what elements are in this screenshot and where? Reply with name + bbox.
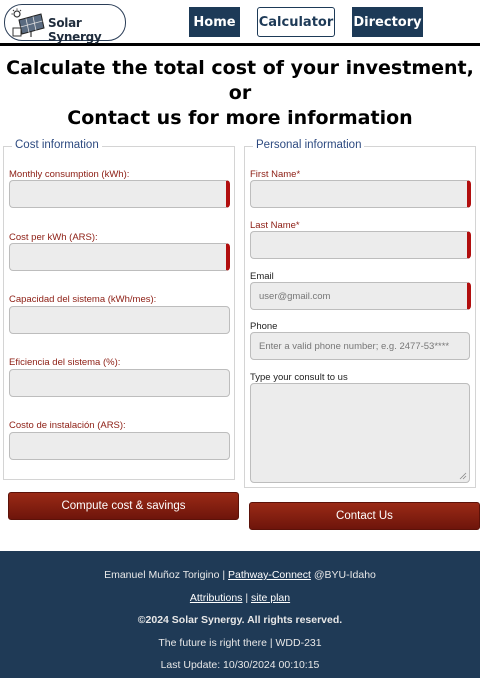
system-efficiency-input[interactable] bbox=[9, 369, 230, 397]
footer-school: @BYU-Idaho bbox=[313, 569, 376, 581]
monthly-consumption-label: Monthly consumption (kWh): bbox=[9, 169, 130, 180]
first-name-input[interactable] bbox=[250, 180, 471, 208]
email-label: Email bbox=[250, 271, 274, 282]
footer-author-line: Emanuel Muñoz Torigino | Pathway-Connect… bbox=[0, 569, 480, 581]
attributions-link[interactable]: Attributions bbox=[190, 592, 243, 604]
nav-directory-button[interactable]: Directory bbox=[352, 7, 423, 37]
footer-link-separator: | bbox=[245, 592, 249, 604]
system-capacity-input[interactable] bbox=[9, 306, 230, 334]
site-plan-link[interactable]: site plan bbox=[251, 592, 290, 604]
pathway-connect-link[interactable]: Pathway-Connect bbox=[228, 569, 311, 581]
last-name-label: Last Name* bbox=[250, 220, 300, 231]
phone-input[interactable]: Enter a valid phone number; e.g. 2477-53… bbox=[250, 332, 470, 360]
site-header: Solar Synergy Home Calculator Directory bbox=[0, 0, 480, 46]
footer-copyright: ©2024 Solar Synergy. All rights reserved… bbox=[137, 614, 343, 626]
logo-text: Solar Synergy bbox=[48, 16, 102, 44]
footer-tagline: The future is right there | WDD-231 bbox=[158, 637, 322, 649]
consult-textarea[interactable] bbox=[250, 383, 470, 483]
phone-label: Phone bbox=[250, 321, 278, 332]
cost-per-kwh-label: Cost per kWh (ARS): bbox=[9, 232, 98, 243]
contact-us-button[interactable]: Contact Us bbox=[249, 502, 480, 530]
nav-home-button[interactable]: Home bbox=[189, 7, 240, 37]
nav-calculator-button[interactable]: Calculator bbox=[257, 7, 335, 37]
system-efficiency-label: Eficiencia del sistema (%): bbox=[9, 357, 121, 368]
footer-links-line: Attributions | site plan bbox=[0, 592, 480, 604]
cost-per-kwh-input[interactable] bbox=[9, 243, 230, 271]
site-footer: Emanuel Muñoz Torigino | Pathway-Connect… bbox=[0, 551, 480, 678]
installation-cost-label: Costo de instalación (ARS): bbox=[9, 420, 126, 431]
page-title-line-1: Calculate the total cost of your investm… bbox=[6, 57, 474, 104]
last-name-input[interactable] bbox=[250, 231, 471, 259]
solar-panel-logo-icon bbox=[11, 8, 45, 37]
page-title-line-2: Contact us for more information bbox=[67, 107, 413, 129]
phone-placeholder: Enter a valid phone number; e.g. 2477-53… bbox=[259, 340, 450, 352]
personal-information-fieldset: Personal information First Name* Last Na… bbox=[244, 139, 476, 488]
footer-last-update: Last Update: 10/30/2024 00:10:15 bbox=[160, 659, 320, 671]
resize-grip-icon[interactable] bbox=[459, 472, 467, 480]
cost-information-legend: Cost information bbox=[12, 139, 102, 151]
consult-label: Type your consult to us bbox=[250, 372, 348, 383]
email-placeholder: user@gmail.com bbox=[259, 290, 331, 302]
system-capacity-label: Capacidad del sistema (kWh/mes): bbox=[9, 294, 157, 305]
page-title: Calculate the total cost of your investm… bbox=[0, 56, 480, 131]
email-input[interactable]: user@gmail.com bbox=[250, 282, 471, 310]
installation-cost-input[interactable] bbox=[9, 432, 230, 460]
cost-information-fieldset: Cost information Monthly consumption (kW… bbox=[3, 139, 235, 480]
first-name-label: First Name* bbox=[250, 169, 301, 180]
compute-cost-savings-button[interactable]: Compute cost & savings bbox=[8, 492, 239, 520]
footer-author: Emanuel Muñoz Torigino | bbox=[104, 569, 226, 581]
logo[interactable]: Solar Synergy bbox=[4, 4, 126, 44]
monthly-consumption-input[interactable] bbox=[9, 180, 230, 208]
personal-information-legend: Personal information bbox=[253, 139, 365, 151]
